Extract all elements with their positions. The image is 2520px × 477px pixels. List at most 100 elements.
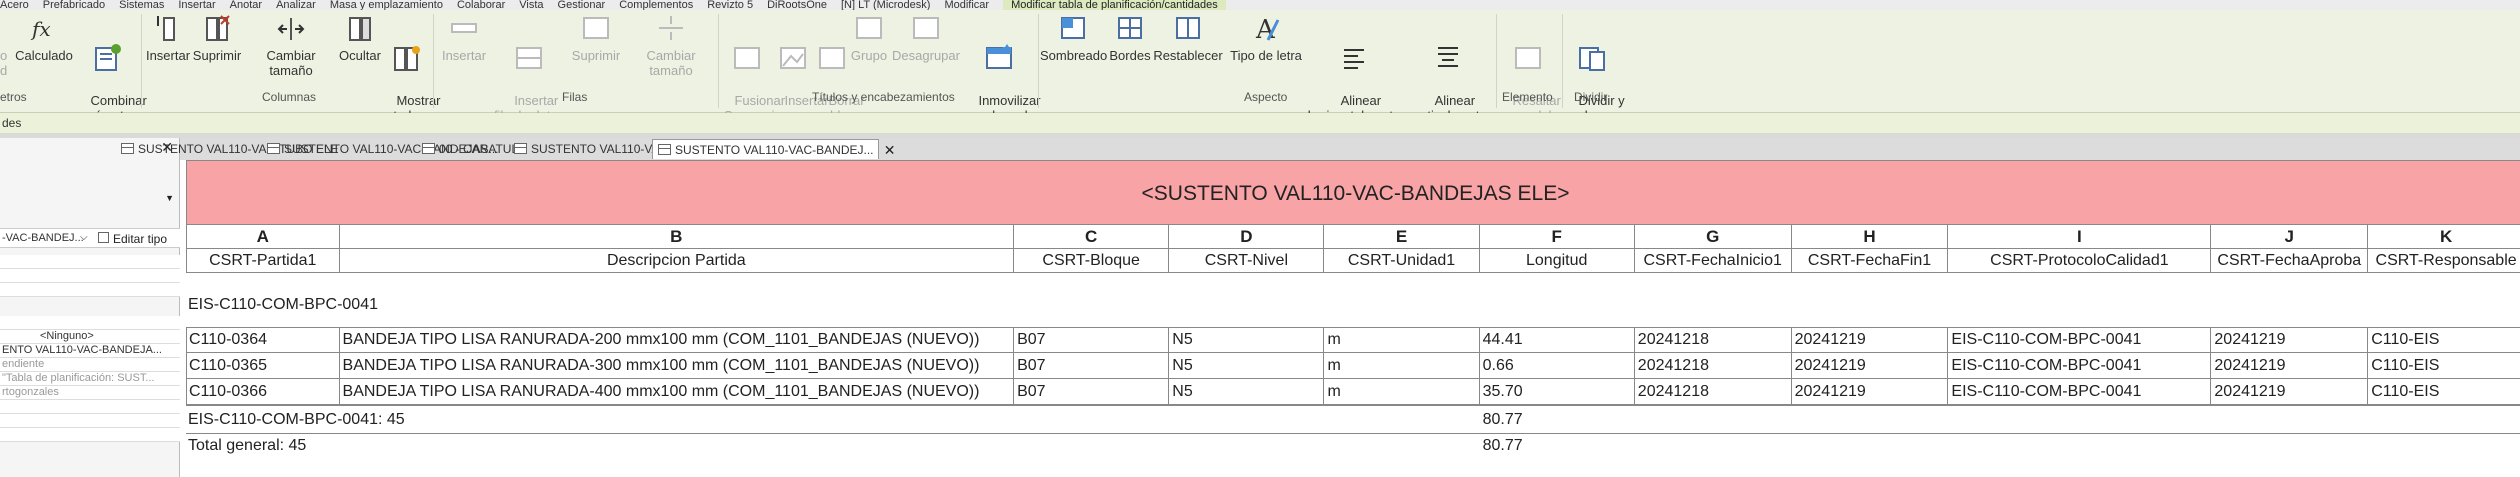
table-cell[interactable]: 20241219 — [2211, 353, 2369, 379]
ribbon-tab[interactable]: Colaborar — [457, 0, 505, 10]
delete-row-button[interactable]: Suprimir — [566, 12, 626, 90]
merge-unmerge-button[interactable]: Fusionar Separar — [720, 12, 785, 123]
group-header[interactable]: EIS-C110-COM-BPC-0041 — [188, 296, 378, 314]
ribbon-tab[interactable]: Sistemas — [119, 0, 164, 10]
align-vertical-button[interactable]: Alinear verticalmente — [1402, 12, 1494, 123]
table-cell[interactable]: m — [1324, 379, 1480, 405]
table-cell[interactable]: 35.70 — [1479, 379, 1635, 405]
table-cell[interactable]: N5 — [1169, 327, 1325, 353]
table-cell[interactable]: BANDEJA TIPO LISA RANURADA-200 mmx100 mm… — [339, 327, 1015, 353]
table-row[interactable]: C110-0364 BANDEJA TIPO LISA RANURADA-200 … — [186, 327, 2520, 353]
column-letter[interactable]: G — [1634, 225, 1792, 249]
ribbon-tab[interactable]: Anotar — [230, 0, 262, 10]
table-cell[interactable]: 20241219 — [1791, 379, 1949, 405]
view-tab[interactable]: SUSTENTO VAL110-VAC-BANDEJ... ✕ — [652, 139, 896, 159]
column-letter[interactable]: C — [1014, 225, 1170, 249]
ribbon-tab[interactable]: [N] LT (Microdesk) — [841, 0, 930, 10]
table-cell[interactable]: C110-0365 — [186, 353, 340, 379]
column-header[interactable]: Longitud — [1479, 249, 1635, 273]
column-header[interactable]: CSRT-ProtocoloCalidad1 — [1948, 249, 2212, 273]
column-letter[interactable]: B — [339, 225, 1015, 249]
resize-column-button[interactable]: Cambiar tamaño — [244, 12, 338, 90]
table-cell[interactable]: 20241219 — [2211, 379, 2369, 405]
table-cell[interactable]: EIS-C110-COM-BPC-0041 — [1948, 379, 2212, 405]
ribbon-tab[interactable]: Vista — [519, 0, 543, 10]
column-letter[interactable]: K — [2368, 225, 2520, 249]
column-header[interactable]: CSRT-FechaInicio1 — [1634, 249, 1792, 273]
column-header[interactable]: CSRT-Nivel — [1169, 249, 1325, 273]
table-cell[interactable]: 20241219 — [2211, 327, 2369, 353]
ribbon-tab[interactable]: DiRootsOne — [767, 0, 827, 10]
table-cell[interactable]: 20241218 — [1634, 353, 1792, 379]
table-cell[interactable]: C110-0366 — [186, 379, 340, 405]
split-and-place-button[interactable]: Dividir y colocar — [1564, 12, 1625, 123]
table-cell[interactable]: 20241219 — [1791, 327, 1949, 353]
clear-cell-button[interactable]: Borrar celda — [814, 12, 865, 123]
highlight-in-model-button[interactable]: Resaltar en modelo — [1498, 12, 1561, 123]
table-cell[interactable]: N5 — [1169, 353, 1325, 379]
insert-data-row-button[interactable]: Insertar fila de datos — [492, 12, 566, 123]
reset-button[interactable]: Restablecer — [1152, 12, 1224, 90]
table-cell[interactable]: N5 — [1169, 379, 1325, 405]
column-header[interactable]: Descripcion Partida — [339, 249, 1015, 273]
table-cell[interactable]: m — [1324, 353, 1480, 379]
align-horizontal-button[interactable]: Alinear horizontalmente — [1306, 12, 1402, 123]
table-cell[interactable]: 0.66 — [1479, 353, 1635, 379]
edit-type-button[interactable]: Editar tipo — [113, 232, 167, 246]
column-header[interactable]: CSRT-Partida1 — [186, 249, 340, 273]
schedule-title[interactable]: <SUSTENTO VAL110-VAC-BANDEJAS ELE> — [186, 160, 2520, 225]
insert-row-button[interactable]: Insertar — [438, 12, 490, 90]
hide-column-button[interactable]: Ocultar — [338, 12, 382, 90]
panel-dropdown-icon[interactable]: ▼ — [165, 193, 174, 203]
column-letter[interactable]: J — [2211, 225, 2369, 249]
table-cell[interactable]: B07 — [1014, 379, 1170, 405]
borders-button[interactable]: Bordes — [1108, 12, 1152, 90]
table-cell[interactable]: 20241218 — [1634, 327, 1792, 353]
column-letter[interactable]: H — [1791, 225, 1949, 249]
table-cell[interactable]: EIS-C110-COM-BPC-0041 — [1948, 353, 2212, 379]
font-button[interactable]: A Tipo de letra — [1224, 12, 1308, 90]
ribbon-tab[interactable]: Insertar — [178, 0, 215, 10]
ribbon-tab[interactable]: Prefabricado — [43, 0, 105, 10]
table-cell[interactable]: EIS-C110-COM-BPC-0041 — [1948, 327, 2212, 353]
table-cell[interactable]: C110-EIS — [2368, 379, 2520, 405]
delete-column-button[interactable]: Suprimir — [191, 12, 243, 90]
table-cell[interactable]: BANDEJA TIPO LISA RANURADA-300 mmx100 mm… — [339, 353, 1015, 379]
ribbon-tab[interactable]: Analizar — [276, 0, 316, 10]
combine-parameters-button[interactable]: Combinar parámetros — [76, 12, 147, 123]
ribbon-tab[interactable]: Revizto 5 — [707, 0, 753, 10]
table-cell[interactable]: m — [1324, 327, 1480, 353]
calculated-button[interactable]: fx Calculado — [14, 12, 74, 90]
close-tab-icon[interactable]: ✕ — [884, 140, 896, 160]
column-letter[interactable]: A — [186, 225, 340, 249]
column-letter[interactable]: I — [1948, 225, 2212, 249]
column-header[interactable]: CSRT-Bloque — [1014, 249, 1170, 273]
prop-row-ninguno[interactable]: <Ninguno> — [0, 330, 180, 344]
ungroup-button[interactable]: Desagrupar — [888, 12, 964, 90]
column-header[interactable]: CSRT-FechaAproba — [2211, 249, 2369, 273]
table-cell[interactable]: 20241219 — [1791, 353, 1949, 379]
show-all-button[interactable]: Mostrar todo — [382, 12, 441, 123]
column-header[interactable]: CSRT-FechaFin1 — [1791, 249, 1949, 273]
table-cell[interactable]: C110-EIS — [2368, 327, 2520, 353]
insert-column-button[interactable]: Insertar — [145, 12, 191, 90]
table-cell[interactable]: 20241218 — [1634, 379, 1792, 405]
column-letter[interactable]: E — [1324, 225, 1480, 249]
shading-button[interactable]: Sombreado — [1040, 12, 1107, 90]
ribbon-tab[interactable]: Masa y emplazamiento — [330, 0, 443, 10]
column-header[interactable]: CSRT-Unidad1 — [1324, 249, 1480, 273]
table-cell[interactable]: B07 — [1014, 353, 1170, 379]
prop-row-view-name[interactable]: ENTO VAL110-VAC-BANDEJA... — [0, 344, 180, 358]
table-cell[interactable]: BANDEJA TIPO LISA RANURADA-400 mmx100 mm… — [339, 379, 1015, 405]
table-row[interactable]: C110-0365 BANDEJA TIPO LISA RANURADA-300 … — [186, 353, 2520, 379]
table-row[interactable]: C110-0366 BANDEJA TIPO LISA RANURADA-400 … — [186, 379, 2520, 405]
table-cell[interactable]: 44.41 — [1479, 327, 1635, 353]
ribbon-tab[interactable]: Modificar — [944, 0, 989, 10]
insert-image-button[interactable]: Insertar imagen — [770, 12, 829, 123]
ribbon-tab[interactable]: Modificar tabla de planificación/cantida… — [1003, 0, 1226, 10]
group-button[interactable]: Grupo — [850, 12, 888, 90]
resize-row-button[interactable]: Cambiar tamaño — [624, 12, 718, 90]
column-letter[interactable]: F — [1479, 225, 1635, 249]
table-cell[interactable]: C110-EIS — [2368, 353, 2520, 379]
table-cell[interactable]: B07 — [1014, 327, 1170, 353]
